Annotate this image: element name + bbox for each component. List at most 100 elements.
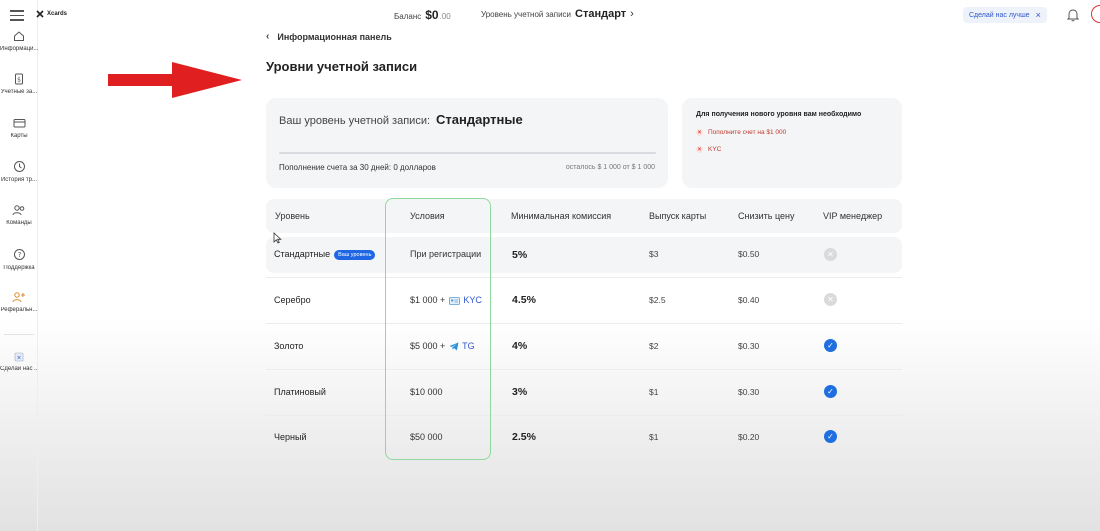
document-dollar-icon: $ bbox=[15, 73, 23, 85]
current-level-label: Ваш уровень учетной записи: bbox=[279, 115, 431, 127]
sidebar-item-referral[interactable]: Реферальн... bbox=[0, 291, 38, 313]
topup-progress-bar bbox=[279, 152, 656, 154]
team-icon bbox=[12, 205, 25, 216]
level-name-cell: Стандартные Ваш уровень bbox=[274, 249, 376, 260]
card-issue-cell: $3 bbox=[649, 249, 659, 259]
improve-us-label: Сделай нас лучше bbox=[969, 11, 1030, 19]
app-logo[interactable]: Xcards bbox=[36, 10, 67, 18]
back-chevron-icon[interactable]: ‹ bbox=[266, 31, 269, 42]
menu-icon[interactable] bbox=[10, 10, 24, 24]
commission-cell: 4% bbox=[512, 340, 528, 352]
column-header-vip-manager: VIP менеджер bbox=[823, 211, 883, 221]
commission-cell: 2.5% bbox=[512, 431, 536, 443]
sidebar-item-label: Поддержка bbox=[3, 265, 35, 271]
svg-text:$: $ bbox=[17, 77, 21, 84]
feedback-icon: × bbox=[14, 352, 24, 362]
cross-icon: × bbox=[696, 129, 703, 136]
svg-text:?: ? bbox=[17, 251, 21, 259]
vip-available-icon: ✓ bbox=[824, 339, 837, 352]
sidebar: Информаци... $ Учетные за... Карты Истор… bbox=[0, 0, 38, 531]
reduce-price-cell: $0.40 bbox=[738, 295, 760, 305]
mouse-cursor-icon bbox=[273, 232, 282, 244]
account-level-link[interactable]: Уровень учетной записи Стандарт › bbox=[481, 8, 634, 20]
balance: Баланс $0 .00 bbox=[394, 8, 451, 22]
requirement-item: × Пополните счет на $1 000 bbox=[696, 129, 888, 136]
sidebar-item-dashboard[interactable]: Информаци... bbox=[0, 30, 38, 52]
referral-icon bbox=[12, 292, 25, 303]
page-title: Уровни учетной записи bbox=[266, 59, 418, 74]
sidebar-item-accounts[interactable]: $ Учетные за... bbox=[0, 73, 38, 95]
card-issue-cell: $2.5 bbox=[649, 295, 666, 305]
balance-cents: .00 bbox=[439, 12, 451, 21]
sidebar-item-cards[interactable]: Карты bbox=[0, 117, 38, 139]
xcards-logo-icon bbox=[36, 10, 44, 18]
sidebar-item-label: История тр... bbox=[0, 177, 38, 183]
account-level-label: Уровень учетной записи bbox=[481, 10, 571, 19]
requirement-label: KYC bbox=[708, 146, 722, 153]
column-header-card-issue: Выпуск карты bbox=[649, 211, 707, 221]
sidebar-item-label: Команды bbox=[6, 220, 32, 226]
sidebar-item-teams[interactable]: Команды bbox=[0, 204, 38, 226]
level-name: Серебро bbox=[274, 295, 311, 305]
row-divider bbox=[266, 369, 902, 370]
cross-icon: × bbox=[696, 146, 703, 153]
column-header-level: Уровень bbox=[275, 211, 310, 221]
help-icon: ? bbox=[13, 249, 25, 260]
your-level-badge: Ваш уровень bbox=[334, 249, 376, 260]
improve-us-chip[interactable]: Сделай нас лучше × bbox=[963, 7, 1047, 23]
close-icon[interactable]: × bbox=[1036, 10, 1041, 20]
avatar[interactable] bbox=[1091, 5, 1100, 23]
conditions-highlight-frame bbox=[385, 198, 491, 460]
level-name: Стандартные bbox=[274, 249, 331, 259]
sidebar-item-feedback[interactable]: × Сделай нас ... bbox=[0, 352, 38, 372]
reduce-price-cell: $0.30 bbox=[738, 387, 760, 397]
commission-cell: 4.5% bbox=[512, 294, 536, 306]
sidebar-divider bbox=[4, 334, 34, 335]
remaining-text: осталось $ 1 000 от $ 1 000 bbox=[565, 164, 655, 171]
red-arrow-annotation bbox=[108, 62, 242, 98]
bell-icon[interactable] bbox=[1066, 8, 1080, 27]
requirements-card: Для получения нового уровня вам необходи… bbox=[682, 98, 902, 188]
card-issue-cell: $1 bbox=[649, 432, 659, 442]
vip-unavailable-icon: ✕ bbox=[824, 248, 837, 261]
current-level-card: Ваш уровень учетной записи: Стандартные … bbox=[266, 98, 668, 188]
balance-value: $0 bbox=[425, 8, 439, 22]
reduce-price-cell: $0.50 bbox=[738, 249, 760, 259]
sidebar-item-support[interactable]: ? Поддержка bbox=[0, 248, 38, 271]
sidebar-item-label: Сделай нас ... bbox=[0, 366, 38, 372]
sidebar-item-label: Информаци... bbox=[0, 46, 38, 52]
level-name: Черный bbox=[274, 432, 307, 442]
requirements-title: Для получения нового уровня вам необходи… bbox=[696, 111, 862, 118]
vip-unavailable-icon: ✕ bbox=[824, 293, 837, 306]
history-icon bbox=[13, 161, 25, 172]
breadcrumb[interactable]: ‹ Информационная панель bbox=[266, 31, 392, 42]
home-icon bbox=[14, 31, 24, 41]
commission-cell: 5% bbox=[512, 249, 528, 261]
account-level-value: Стандарт bbox=[575, 8, 627, 20]
card-issue-cell: $1 bbox=[649, 387, 659, 397]
requirement-label: Пополните счет на $1 000 bbox=[708, 129, 787, 136]
sidebar-item-history[interactable]: История тр... bbox=[0, 160, 38, 183]
requirement-item: × KYC bbox=[696, 146, 888, 153]
row-divider bbox=[266, 415, 902, 416]
reduce-price-cell: $0.30 bbox=[738, 341, 760, 351]
level-name: Платиновый bbox=[274, 387, 326, 397]
card-icon bbox=[13, 119, 25, 128]
column-header-min-commission: Минимальная комиссия bbox=[511, 211, 612, 221]
level-name: Золото bbox=[274, 341, 304, 351]
row-divider bbox=[266, 323, 902, 324]
column-header-reduce-price: Снизить цену bbox=[738, 211, 795, 221]
current-level-value: Стандартные bbox=[436, 112, 523, 127]
svg-text:×: × bbox=[16, 355, 21, 362]
topup-text: Пополнение счета за 30 дней: 0 долларов bbox=[279, 163, 436, 172]
reduce-price-cell: $0.20 bbox=[738, 432, 760, 442]
sidebar-item-label: Реферальн... bbox=[0, 307, 38, 313]
vip-available-icon: ✓ bbox=[824, 430, 837, 443]
logo-text: Xcards bbox=[47, 11, 68, 17]
breadcrumb-label[interactable]: Информационная панель bbox=[277, 32, 391, 42]
card-issue-cell: $2 bbox=[649, 341, 659, 351]
balance-label: Баланс bbox=[394, 12, 422, 21]
sidebar-item-label: Учетные за... bbox=[0, 89, 38, 95]
chevron-right-icon: › bbox=[630, 8, 634, 20]
sidebar-item-label: Карты bbox=[10, 133, 28, 139]
